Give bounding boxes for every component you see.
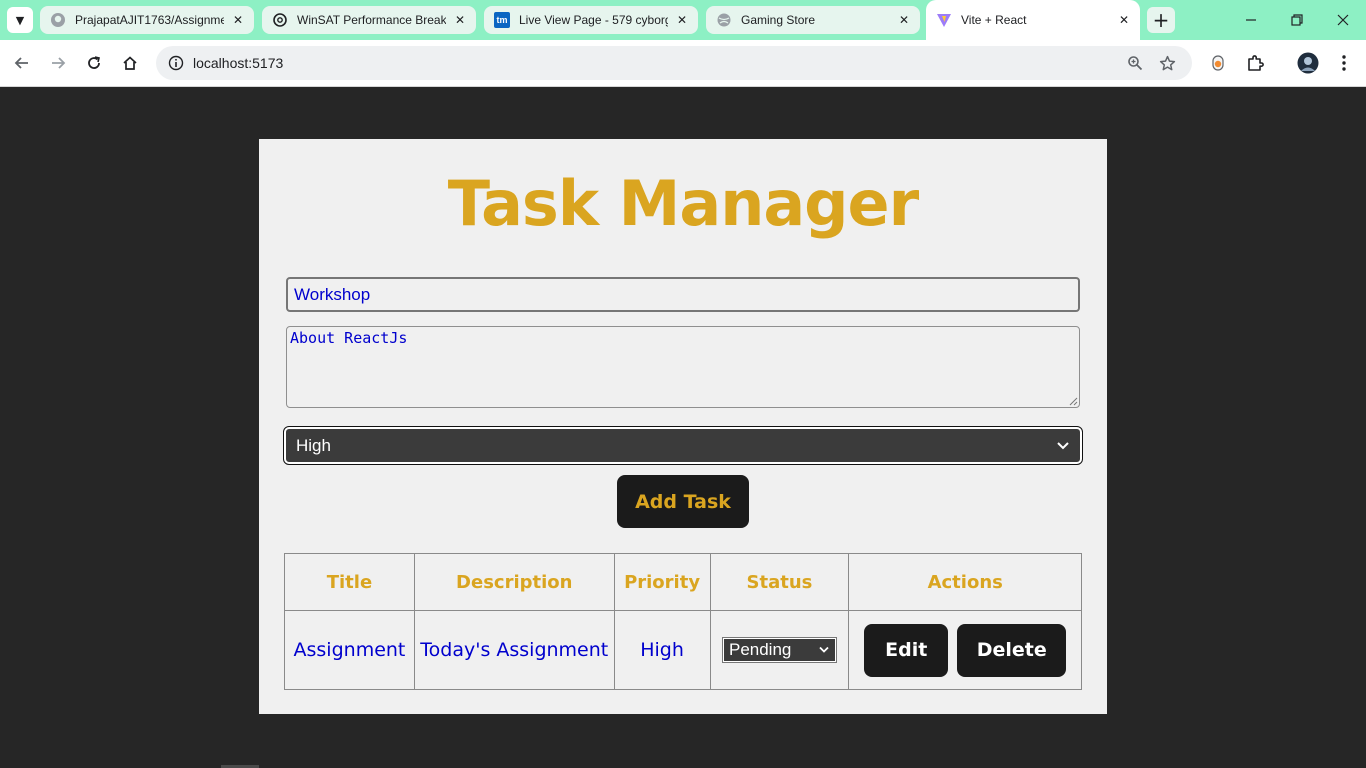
minimize-icon bbox=[1246, 19, 1256, 21]
bookmark-star-icon[interactable] bbox=[1155, 51, 1179, 75]
info-icon[interactable] bbox=[164, 51, 188, 75]
task-title-input[interactable] bbox=[286, 277, 1080, 312]
arrow-right-icon bbox=[52, 57, 66, 69]
task-description-cell: Today's Assignment bbox=[413, 610, 615, 690]
plus-icon: + bbox=[1152, 8, 1170, 32]
tab-search-button[interactable]: ▼ bbox=[7, 7, 33, 33]
column-header-priority: Priority bbox=[613, 553, 711, 611]
browser-tab-github[interactable]: PrajapatAJIT1763/Assignment ✕ bbox=[40, 6, 254, 34]
add-task-button[interactable]: Add Task bbox=[617, 475, 749, 528]
tab-title: Live View Page - 579 cyborg bbox=[519, 13, 668, 27]
task-priority-cell: High bbox=[613, 610, 711, 690]
menu-button[interactable] bbox=[1329, 48, 1359, 78]
avatar bbox=[1297, 52, 1319, 74]
tab-title: Gaming Store bbox=[741, 13, 816, 27]
reload-icon bbox=[88, 56, 100, 69]
resize-handle-icon[interactable] bbox=[1069, 397, 1078, 406]
reload-button[interactable] bbox=[79, 48, 109, 78]
home-icon bbox=[123, 56, 137, 70]
back-button[interactable] bbox=[7, 48, 37, 78]
tasks-table: Title Description Priority Status Action… bbox=[284, 553, 1082, 690]
close-icon[interactable]: ✕ bbox=[1116, 13, 1132, 27]
delete-button[interactable]: Delete bbox=[957, 623, 1067, 677]
tab-title: WinSAT Performance Breakdown bbox=[297, 13, 446, 27]
edit-button[interactable]: Edit bbox=[864, 623, 949, 677]
task-title-cell: Assignment bbox=[284, 610, 415, 690]
tm-favicon-text: tm bbox=[496, 15, 508, 25]
chevron-down-icon bbox=[819, 646, 829, 653]
openai-icon bbox=[272, 12, 288, 28]
restore-button[interactable] bbox=[1274, 0, 1320, 40]
new-tab-button[interactable]: + bbox=[1147, 7, 1175, 33]
browser-tab-winsat[interactable]: WinSAT Performance Breakdown ✕ bbox=[262, 6, 476, 34]
column-header-status: Status bbox=[709, 553, 850, 611]
close-icon bbox=[1337, 14, 1349, 26]
column-header-description: Description bbox=[413, 553, 615, 611]
column-header-title: Title bbox=[284, 553, 415, 611]
close-icon[interactable]: ✕ bbox=[896, 13, 912, 27]
tm-icon: tm bbox=[494, 12, 510, 28]
column-header-actions: Actions bbox=[848, 553, 1082, 611]
extension-button[interactable] bbox=[1203, 48, 1233, 78]
close-icon[interactable]: ✕ bbox=[674, 13, 690, 27]
task-status-cell: Pending bbox=[709, 610, 850, 690]
url-text: localhost:5173 bbox=[193, 55, 284, 71]
tab-strip: ▼ PrajapatAJIT1763/Assignment ✕ WinSAT P… bbox=[0, 0, 1366, 40]
extensions-menu-button[interactable] bbox=[1240, 48, 1270, 78]
tab-title: Vite + React bbox=[961, 13, 1027, 27]
puzzle-icon bbox=[1248, 55, 1264, 71]
task-description-textarea[interactable]: About ReactJs bbox=[286, 326, 1080, 408]
kebab-menu-icon bbox=[1342, 55, 1346, 71]
browser-tab-gaming-store[interactable]: Gaming Store ✕ bbox=[706, 6, 920, 34]
chevron-down-icon: ▼ bbox=[15, 13, 25, 27]
browser-toolbar: localhost:5173 bbox=[0, 40, 1366, 87]
zoom-icon[interactable] bbox=[1123, 51, 1147, 75]
table-header-row: Title Description Priority Status Action… bbox=[284, 553, 1082, 611]
page-title: Task Manager bbox=[447, 167, 919, 240]
close-icon[interactable]: ✕ bbox=[452, 13, 468, 27]
chevron-down-icon bbox=[1057, 441, 1069, 449]
minimize-button[interactable] bbox=[1228, 0, 1274, 40]
browser-tab-live-view[interactable]: tm Live View Page - 579 cyborg ✕ bbox=[484, 6, 698, 34]
restore-icon bbox=[1291, 14, 1303, 26]
forward-button[interactable] bbox=[43, 48, 73, 78]
close-icon[interactable]: ✕ bbox=[230, 13, 246, 27]
arrow-left-icon bbox=[14, 57, 28, 69]
home-button[interactable] bbox=[115, 48, 145, 78]
table-row: Assignment Today's Assignment High Pendi… bbox=[284, 610, 1082, 690]
tab-title: PrajapatAJIT1763/Assignment bbox=[75, 13, 224, 27]
priority-select[interactable]: High bbox=[283, 426, 1083, 465]
status-select[interactable]: Pending bbox=[721, 637, 837, 663]
status-select-value: Pending bbox=[728, 640, 792, 659]
browser-tab-vite-react[interactable]: Vite + React ✕ bbox=[926, 0, 1140, 40]
priority-select-value: High bbox=[296, 435, 331, 455]
vite-icon bbox=[936, 12, 952, 28]
profile-button[interactable] bbox=[1293, 48, 1323, 78]
address-bar[interactable]: localhost:5173 bbox=[156, 46, 1192, 80]
close-window-button[interactable] bbox=[1320, 0, 1366, 40]
globe-icon bbox=[716, 12, 732, 28]
github-icon bbox=[50, 12, 66, 28]
task-manager-card: Task Manager About ReactJs High Add Task… bbox=[259, 139, 1107, 714]
task-actions-cell: Edit Delete bbox=[848, 610, 1082, 690]
extension-fox-icon bbox=[1212, 55, 1224, 71]
